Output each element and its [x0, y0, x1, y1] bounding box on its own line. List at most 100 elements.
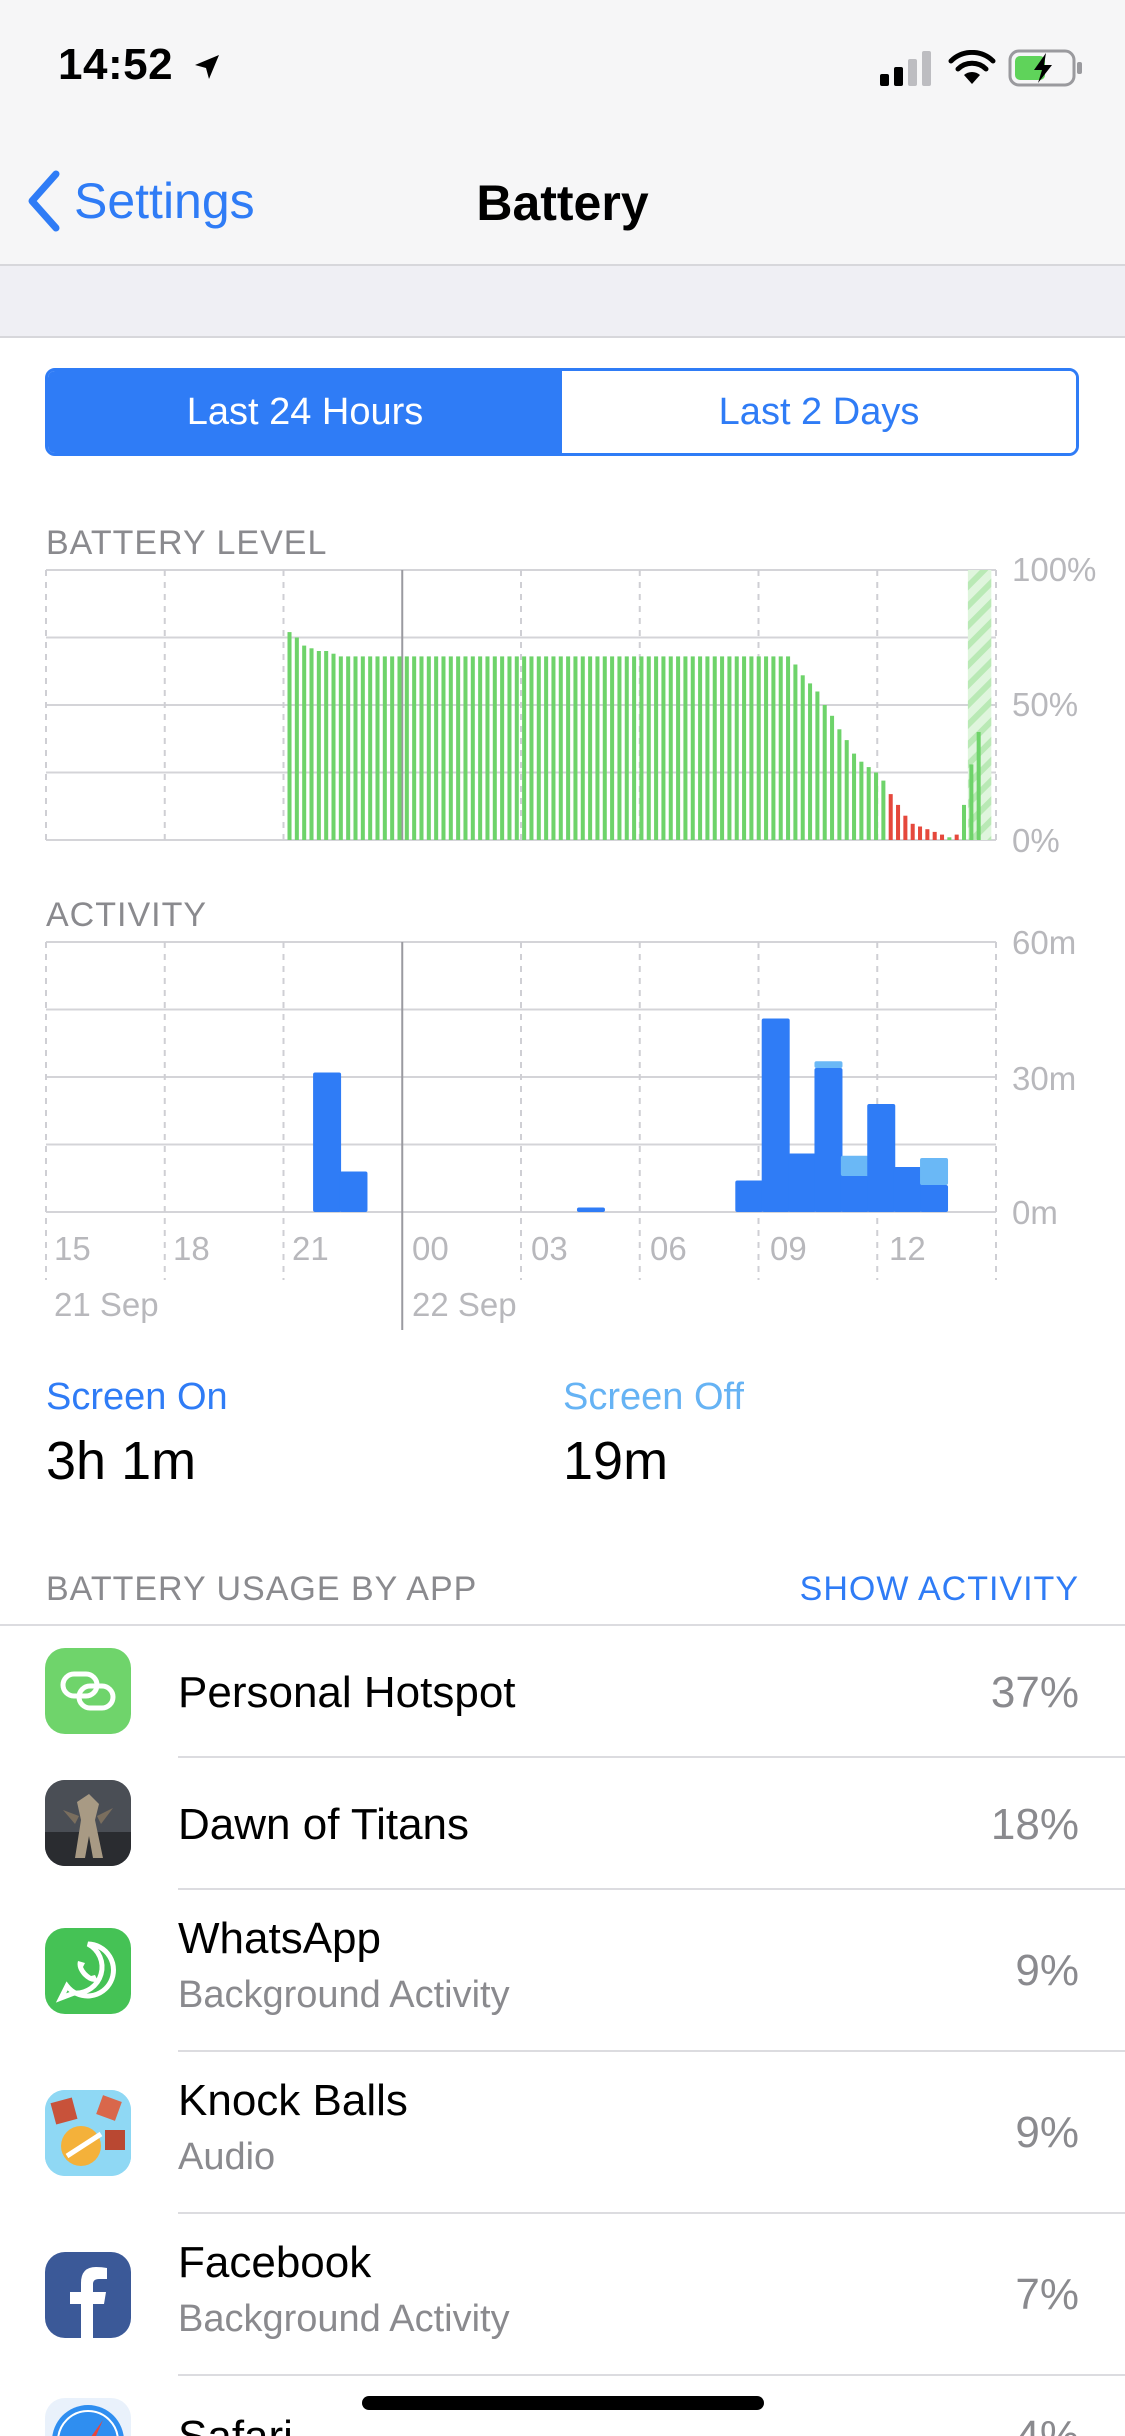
app-name: Facebook — [178, 2238, 372, 2287]
usage-by-app-header: BATTERY USAGE BY APP — [46, 1570, 478, 1608]
battery-bar — [954, 834, 959, 840]
status-bar: 14:52 — [0, 0, 1125, 140]
battery-bar — [918, 826, 923, 840]
segment-last-2-days[interactable]: Last 2 Days — [562, 371, 1076, 453]
battery-bar — [815, 691, 820, 840]
battery-bar — [294, 637, 299, 840]
battery-bar — [632, 656, 637, 840]
battery-bar — [962, 804, 967, 840]
battery-bar — [822, 705, 827, 840]
section-separator — [0, 266, 1125, 338]
activity-axis-30m: 30m — [1012, 1060, 1077, 1097]
battery-bar — [602, 656, 607, 840]
battery-axis-0: 0% — [1012, 822, 1060, 859]
app-name: WhatsApp — [178, 1914, 381, 1963]
battery-bar — [309, 648, 314, 840]
app-percentage: 18% — [990, 1800, 1079, 1849]
battery-bar — [896, 804, 901, 840]
battery-bar — [360, 656, 365, 840]
app-name: Safari — [178, 2412, 293, 2436]
x-tick-09: 09 — [770, 1230, 807, 1267]
battery-bar — [426, 656, 431, 840]
battery-bar — [595, 656, 600, 840]
battery-bar — [925, 829, 930, 840]
battery-bar — [690, 656, 695, 840]
activity-bar-screen-on — [840, 1176, 869, 1212]
app-row-personal-hotspot[interactable]: Personal Hotspot 37% — [0, 1626, 1125, 1758]
segment-last-24-hours[interactable]: Last 24 Hours — [48, 371, 562, 453]
battery-bar — [749, 656, 754, 840]
battery-bar — [368, 656, 373, 840]
battery-bar — [756, 656, 761, 840]
battery-bar — [610, 656, 615, 840]
activity-bar-screen-on — [761, 1018, 790, 1212]
app-percentage: 37% — [990, 1668, 1079, 1717]
battery-bar — [375, 656, 380, 840]
battery-bar — [397, 656, 402, 840]
battery-bar — [771, 656, 776, 840]
battery-bar — [346, 656, 351, 840]
battery-bar — [404, 656, 409, 840]
battery-bar — [624, 656, 629, 840]
battery-bar — [793, 664, 798, 840]
app-row-dawn-of-titans[interactable]: Dawn of Titans 18% — [0, 1758, 1125, 1890]
battery-bar — [353, 656, 358, 840]
battery-level-chart — [45, 569, 997, 841]
hotspot-icon — [45, 1648, 131, 1734]
x-tick-00: 00 — [412, 1230, 449, 1267]
battery-bar — [419, 656, 424, 840]
screen-on-value: 3h 1m — [46, 1431, 197, 1491]
battery-bar — [808, 683, 813, 840]
app-percentage: 9% — [1015, 2108, 1079, 2157]
x-tick-21: 21 — [292, 1230, 329, 1267]
app-row-knock-balls[interactable]: Knock Balls Audio 9% — [0, 2052, 1125, 2214]
activity-bar-screen-off — [920, 1158, 949, 1185]
app-row-facebook[interactable]: Facebook Background Activity 7% — [0, 2214, 1125, 2376]
activity-bar-screen-on — [788, 1153, 817, 1212]
activity-bar-screen-on — [735, 1180, 764, 1212]
battery-bar — [654, 656, 659, 840]
battery-bar — [888, 794, 893, 840]
date-label-21-sep: 21 Sep — [54, 1286, 159, 1323]
battery-charging-icon — [1008, 49, 1082, 87]
app-subtitle: Background Activity — [178, 1974, 510, 2016]
battery-bar — [720, 656, 725, 840]
x-tick-12: 12 — [889, 1230, 926, 1267]
page-title: Battery — [476, 175, 649, 231]
battery-bar — [786, 656, 791, 840]
battery-bar — [463, 656, 468, 840]
x-tick-15: 15 — [54, 1230, 91, 1267]
screen-on-label: Screen On — [46, 1376, 228, 1418]
time-range-segmented-control: Last 24 Hours Last 2 Days — [45, 368, 1079, 456]
activity-axis-0m: 0m — [1012, 1194, 1058, 1231]
battery-bar — [324, 651, 329, 840]
battery-bar — [617, 656, 622, 840]
app-name: Knock Balls — [178, 2076, 408, 2125]
activity-axis-60m: 60m — [1012, 924, 1077, 961]
battery-bar — [976, 732, 981, 840]
battery-bar — [764, 656, 769, 840]
knock-balls-icon — [45, 2090, 131, 2176]
battery-bar — [316, 651, 321, 840]
show-activity-button[interactable]: SHOW ACTIVITY — [800, 1570, 1079, 1609]
app-row-whatsapp[interactable]: WhatsApp Background Activity 9% — [0, 1890, 1125, 2052]
location-arrow-icon — [195, 55, 219, 79]
status-time: 14:52 — [58, 40, 174, 89]
battery-bar — [646, 656, 651, 840]
battery-bar — [551, 656, 556, 840]
battery-bar — [478, 656, 483, 840]
x-tick-03: 03 — [531, 1230, 568, 1267]
battery-bar — [382, 656, 387, 840]
activity-bar-screen-on — [576, 1207, 605, 1212]
battery-bar — [485, 656, 490, 840]
battery-bar — [544, 656, 549, 840]
home-indicator[interactable] — [362, 2396, 764, 2410]
battery-bar — [639, 656, 644, 840]
battery-bar — [566, 656, 571, 840]
battery-bar — [536, 656, 541, 840]
activity-bar-screen-off — [840, 1155, 869, 1176]
activity-bar-screen-on — [893, 1167, 922, 1212]
battery-bar — [287, 632, 292, 840]
battery-bar — [470, 656, 475, 840]
battery-bar — [338, 656, 343, 840]
